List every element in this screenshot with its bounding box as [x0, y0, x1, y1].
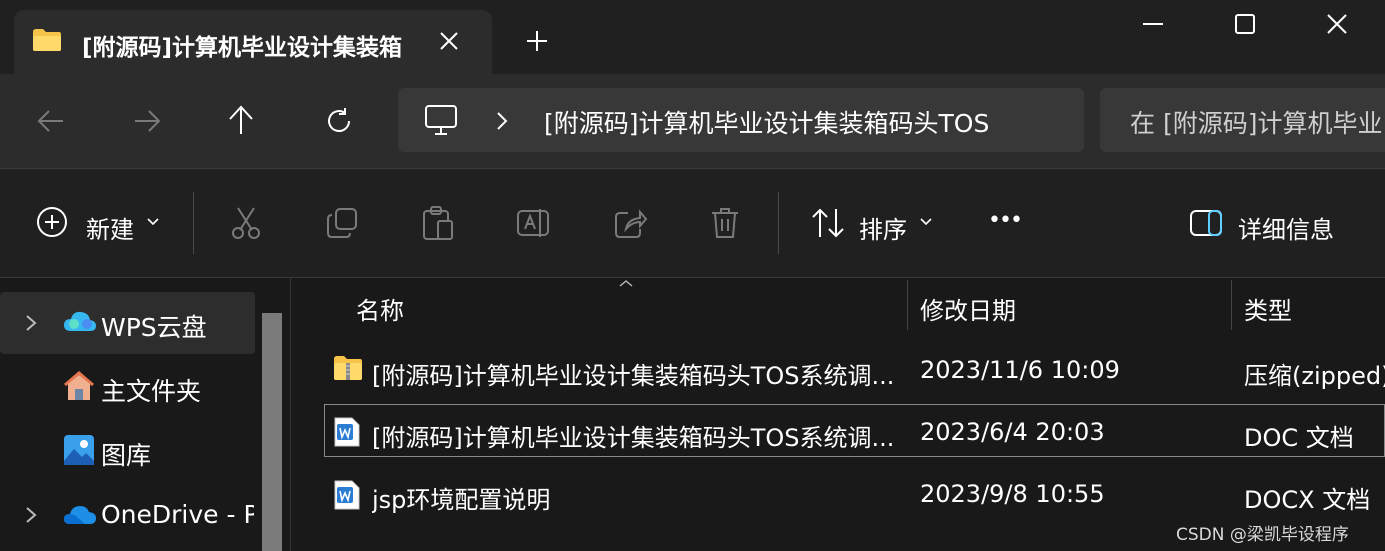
- file-type: 压缩(zipped): [1244, 362, 1385, 390]
- sidebar-scrollbar[interactable]: [262, 313, 282, 551]
- command-bar: [0, 168, 1385, 278]
- sidebar-item-label: 主文件夹: [101, 377, 202, 406]
- toolbar-divider: [193, 192, 194, 254]
- file-type: DOC 文档: [1244, 424, 1354, 452]
- search-placeholder: 在 [附源码]计算机毕业: [1130, 109, 1383, 138]
- zip-folder-icon: [334, 356, 362, 380]
- cut-scissors-icon[interactable]: [230, 206, 262, 240]
- file-name: [附源码]计算机毕业设计集装箱码头TOS系统调...: [372, 424, 895, 452]
- file-date: 2023/9/8 10:55: [920, 480, 1105, 508]
- column-header-type[interactable]: 类型: [1244, 291, 1292, 326]
- sidebar-item-label: OneDrive - Pe: [101, 500, 254, 529]
- tab-close-icon[interactable]: [438, 30, 460, 52]
- cloud-icon: [64, 311, 96, 331]
- address-path[interactable]: [附源码]计算机毕业设计集装箱码头TOS: [544, 104, 1030, 140]
- onedrive-icon: [64, 506, 96, 524]
- back-arrow-icon[interactable]: [36, 106, 66, 136]
- file-date: 2023/11/6 10:09: [920, 356, 1120, 384]
- word-doc-icon: [334, 480, 360, 510]
- minimize-icon[interactable]: [1141, 12, 1165, 36]
- column-divider[interactable]: [1231, 280, 1232, 330]
- copy-icon[interactable]: [326, 207, 358, 239]
- file-name: jsp环境配置说明: [372, 486, 551, 514]
- file-name: [附源码]计算机毕业设计集装箱码头TOS系统调...: [372, 362, 895, 390]
- details-pane-icon: [1190, 210, 1222, 236]
- up-arrow-icon[interactable]: [226, 104, 256, 136]
- word-doc-icon: [334, 417, 360, 447]
- more-options-button[interactable]: •••: [988, 208, 1023, 233]
- rename-icon[interactable]: [516, 207, 552, 239]
- sort-arrows-icon: [812, 208, 844, 238]
- expand-chevron-icon[interactable]: [24, 314, 38, 332]
- maximize-icon[interactable]: [1233, 12, 1257, 36]
- toolbar-divider: [778, 192, 779, 254]
- refresh-icon[interactable]: [324, 106, 354, 136]
- folder-icon: [33, 29, 61, 51]
- file-type: DOCX 文档: [1244, 486, 1371, 514]
- column-divider[interactable]: [907, 280, 908, 330]
- details-button[interactable]: 详细信息: [1238, 210, 1334, 245]
- column-header-name[interactable]: 名称: [356, 291, 404, 326]
- expand-chevron-icon[interactable]: [24, 506, 38, 524]
- home-icon: [64, 371, 94, 400]
- close-window-icon[interactable]: [1325, 12, 1349, 36]
- new-button[interactable]: 新建: [86, 210, 134, 245]
- forward-arrow-icon[interactable]: [132, 106, 162, 136]
- column-header-date[interactable]: 修改日期: [920, 291, 1016, 326]
- delete-trash-icon[interactable]: [710, 206, 740, 240]
- paste-clipboard-icon[interactable]: [422, 205, 454, 241]
- computer-icon: [425, 105, 457, 135]
- sort-ascending-caret-icon: [619, 280, 633, 287]
- share-icon[interactable]: [614, 207, 648, 239]
- breadcrumb-chevron-icon[interactable]: [494, 110, 510, 132]
- chevron-down-icon[interactable]: [919, 217, 933, 227]
- file-date: 2023/6/4 20:03: [920, 418, 1105, 446]
- gallery-icon: [64, 435, 94, 465]
- pane-divider[interactable]: [290, 278, 291, 551]
- sidebar-item-label: 图库: [101, 441, 152, 470]
- sort-button[interactable]: 排序: [859, 210, 907, 245]
- tab-title: [附源码]计算机毕业设计集装箱: [82, 35, 403, 61]
- new-tab-plus-icon[interactable]: [526, 30, 548, 52]
- new-plus-circle-icon: [37, 207, 67, 237]
- watermark-text: CSDN @梁凯毕设程序: [1176, 525, 1349, 545]
- sidebar-item-label: WPS云盘: [101, 313, 207, 342]
- chevron-down-icon[interactable]: [146, 217, 160, 227]
